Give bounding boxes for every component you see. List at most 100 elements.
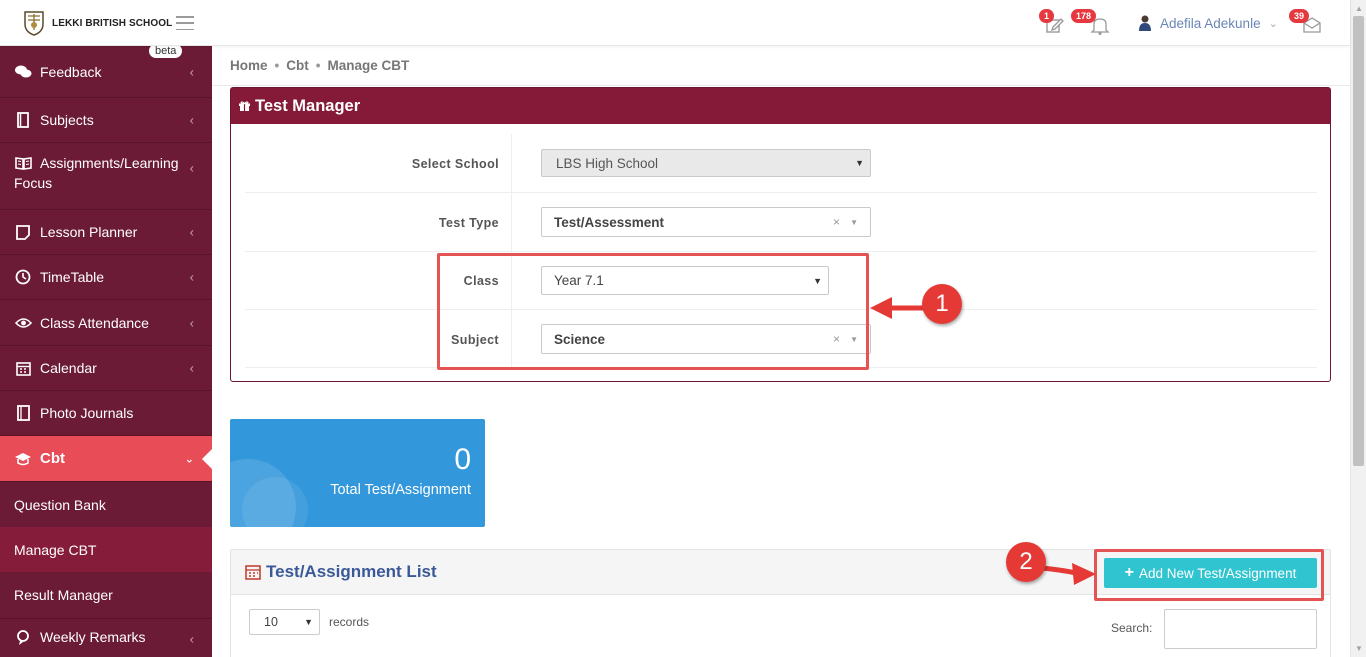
panel-title: Test Manager [255, 96, 361, 115]
form-row-school: Select School LBS High School ▼ [245, 134, 1317, 193]
sidebar-item-label: Feedback [40, 63, 102, 80]
test-type-select[interactable]: Test/Assessment × ▼ [541, 207, 871, 237]
sidebar-item-label-line2: Focus [14, 175, 53, 191]
edit-notification-badge: 1 [1039, 9, 1055, 23]
chevron-down-icon: ⌄ [1268, 17, 1278, 30]
note-icon [14, 223, 32, 241]
sidebar-item-label: TimeTable [40, 269, 105, 285]
search-label: Search: [1111, 621, 1153, 635]
search-input[interactable] [1164, 609, 1317, 649]
annotation-step-1: 1 [922, 284, 962, 324]
chevron-left-icon: ‹ [189, 315, 194, 330]
caret-down-icon: ▼ [855, 158, 864, 168]
beta-badge: beta [149, 46, 183, 58]
test-type-value: Test/Assessment [554, 214, 665, 230]
sidebar-subitem-manage-cbt[interactable]: Manage CBT [0, 527, 212, 572]
sidebar-item-label: Weekly Remarks [40, 629, 146, 645]
scroll-up-icon[interactable]: ▲ [1355, 4, 1363, 13]
sidebar: beta Feedback ‹ Subjects ‹ Assignments/L… [0, 46, 212, 657]
annotation-highlight-add-button [1094, 549, 1324, 601]
alert-count-badge: 178 [1071, 9, 1097, 23]
caret-down-icon: ▼ [850, 217, 858, 227]
sidebar-item-class-attendance[interactable]: Class Attendance ‹ [0, 300, 212, 346]
annotation-highlight-class-subject [437, 253, 869, 370]
select-school-label: Select School [411, 157, 499, 171]
graduation-cap-icon [14, 450, 32, 468]
sidebar-item-label: Cbt [40, 450, 65, 467]
annotation-step-2: 2 [1006, 542, 1046, 582]
divider [212, 85, 1350, 86]
sidebar-item-label: Photo Journals [40, 405, 134, 421]
gift-icon [239, 100, 250, 111]
school-logo[interactable]: LEKKI BRITISH SCHOOL [22, 10, 172, 36]
sidebar-item-photo-journals[interactable]: Photo Journals [0, 391, 212, 436]
breadcrumb-home[interactable]: Home [230, 58, 268, 73]
sidebar-subitem-question-bank[interactable]: Question Bank [0, 482, 212, 527]
panel-header: Test Manager [231, 88, 1330, 124]
sidebar-subitem-result-manager[interactable]: Result Manager [0, 572, 212, 618]
remarks-icon [14, 629, 32, 647]
chevron-left-icon: ‹ [189, 160, 194, 176]
scrollbar-thumb[interactable] [1353, 16, 1364, 466]
top-bar: LEKKI BRITISH SCHOOL 1 178 Adefila Adeku… [0, 0, 1350, 46]
hamburger-line [176, 28, 194, 30]
records-label: records [329, 615, 370, 629]
user-avatar-icon [1139, 15, 1151, 31]
school-select[interactable]: LBS High School ▼ [541, 149, 871, 177]
hamburger-line [176, 16, 194, 18]
chevron-left-icon: ‹ [189, 360, 194, 376]
records-per-page-select[interactable]: 10 ▼ [249, 609, 320, 635]
clock-icon [14, 268, 32, 286]
breadcrumb-separator: • [315, 58, 321, 73]
school-name: LEKKI BRITISH SCHOOL [52, 17, 173, 29]
sidebar-item-lesson-planner[interactable]: Lesson Planner ‹ [0, 210, 212, 255]
sidebar-item-feedback[interactable]: beta Feedback ‹ [0, 46, 212, 98]
form-row-test-type: Test Type Test/Assessment × ▼ [245, 193, 1317, 252]
sidebar-item-subjects[interactable]: Subjects ‹ [0, 98, 212, 143]
messages-button[interactable]: 39 [1289, 9, 1322, 34]
sidebar-item-timetable[interactable]: TimeTable ‹ [0, 255, 212, 300]
user-name: Adefila Adekunle [1160, 15, 1261, 31]
chevron-down-icon: ⌄ [184, 453, 194, 465]
sidebar-subitem-label: Result Manager [14, 587, 113, 603]
sidebar-item-weekly-remarks[interactable]: Weekly Remarks ‹ [0, 618, 212, 657]
chevron-left-icon: ‹ [189, 112, 194, 128]
clear-icon[interactable]: × [833, 215, 840, 229]
sidebar-subitem-label: Manage CBT [14, 541, 97, 558]
total-tests-label: Total Test/Assignment [330, 482, 471, 498]
total-tests-card: 0 Total Test/Assignment [230, 419, 485, 527]
school-crest-icon [24, 11, 44, 36]
open-book-icon [14, 154, 32, 172]
edit-notifications-button[interactable]: 1 [1039, 9, 1066, 34]
sidebar-item-assignments[interactable]: Assignments/Learning Focus ‹ [0, 143, 212, 210]
chevron-left-icon: ‹ [189, 224, 194, 240]
chevron-left-icon: ‹ [189, 631, 194, 647]
breadcrumb: Home • Cbt • Manage CBT [230, 58, 409, 73]
scroll-down-icon[interactable]: ▼ [1355, 644, 1363, 653]
calendar-icon [14, 359, 32, 377]
user-menu[interactable]: Adefila Adekunle ⌄ [1138, 14, 1278, 32]
annotation-arrow-icon [870, 297, 928, 319]
journal-icon [14, 404, 32, 422]
book-icon [14, 111, 32, 129]
records-value: 10 [264, 615, 278, 629]
sidebar-item-label: Class Attendance [40, 314, 149, 331]
sidebar-item-cbt[interactable]: Cbt ⌄ [0, 436, 212, 482]
sidebar-item-label: Subjects [40, 112, 94, 128]
menu-toggle-button[interactable] [176, 16, 194, 30]
sidebar-item-label: Assignments/Learning [40, 155, 179, 171]
school-select-value: LBS High School [556, 155, 659, 171]
sidebar-item-calendar[interactable]: Calendar ‹ [0, 346, 212, 391]
caret-down-icon: ▼ [304, 617, 313, 627]
message-count-badge: 39 [1289, 9, 1310, 23]
chevron-left-icon: ‹ [189, 269, 194, 285]
annotation-arrow-icon [1042, 563, 1096, 585]
breadcrumb-cbt[interactable]: Cbt [286, 58, 309, 73]
hamburger-line [176, 22, 194, 24]
total-tests-count: 0 [454, 443, 471, 476]
chevron-left-icon: ‹ [189, 64, 194, 79]
alerts-button[interactable]: 178 [1071, 9, 1112, 35]
page-scrollbar[interactable]: ▲ ▼ [1350, 0, 1366, 657]
eye-icon [14, 314, 32, 332]
calendar-icon [245, 565, 261, 580]
